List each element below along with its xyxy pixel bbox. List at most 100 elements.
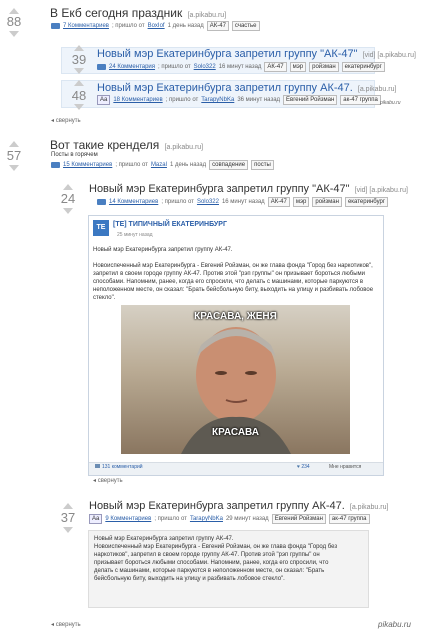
tag[interactable]: ройзман (312, 197, 342, 207)
post-domain: [a.pikabu.ru] (349, 504, 389, 511)
tag[interactable]: совпадение (209, 160, 249, 170)
comments-link[interactable]: 9 Комментариев (105, 516, 151, 522)
tag[interactable]: ройзман (309, 62, 339, 72)
post-rating: 57 (6, 148, 22, 163)
tag[interactable]: ак-47 группа (328, 514, 370, 524)
comment-icon (95, 464, 100, 468)
posted-by-label: ; пришло от (115, 162, 148, 168)
post-title-text[interactable]: Новый мэр Екатеринбурга запретил группу … (89, 500, 345, 512)
upvote-arrow-icon[interactable] (74, 45, 84, 51)
tag[interactable]: мэр (289, 62, 307, 72)
comments-link[interactable]: 18 Комментариев (113, 97, 162, 103)
meme-top-text: КРАСАВА, ЖЕНЯ (194, 311, 277, 322)
post-title-text[interactable]: Новый мэр Екатеринбурга запретил группу … (97, 48, 358, 60)
post-title-text[interactable]: Новый мэр Екатеринбурга запретил группу … (89, 183, 350, 195)
post-time: 1 день назад (167, 23, 204, 29)
upvote-arrow-icon[interactable] (63, 184, 73, 190)
post-meta: 14 Комментариев ; пришло от Solo322 16 м… (97, 197, 389, 207)
post-time: 16 минут назад (221, 199, 265, 205)
comments-link[interactable]: 7 Комментариев (63, 23, 109, 29)
author-link[interactable]: BoxIof (148, 23, 165, 29)
tag[interactable]: екатеринбург (341, 62, 385, 72)
author-link[interactable]: Solo322 (194, 64, 216, 70)
downvote-arrow-icon[interactable] (63, 527, 73, 533)
tag[interactable]: мэр (292, 197, 310, 207)
vk-comments-count[interactable]: 131 комментарий (95, 464, 143, 470)
post-rating: 88 (6, 14, 22, 29)
group-post-time: 25 минут назад (117, 232, 153, 238)
post-meta: Aa 9 Комментариев ; пришло от TarapyNbKa… (89, 514, 370, 524)
comments-link[interactable]: 15 Комментариев (63, 162, 112, 168)
upvote-arrow-icon[interactable] (9, 141, 19, 147)
author-link[interactable]: TarapyNbKa (201, 97, 234, 103)
image-type-icon (51, 23, 60, 29)
vk-share[interactable]: Мне нравится (329, 464, 361, 470)
tag[interactable]: счастье (231, 21, 260, 31)
downvote-arrow-icon[interactable] (9, 165, 19, 171)
embedded-social-post: TE [TE] ТИПИЧНЫЙ ЕКАТЕРИНБУРГ 25 минут н… (88, 215, 384, 476)
post-time: 1 день назад (169, 162, 207, 168)
text-type-badge: Aa (97, 95, 111, 105)
collapse-link[interactable]: ◂ свернуть (51, 621, 81, 628)
post-meta: 15 Комментариев ; пришло от Mazal 1 день… (51, 160, 274, 170)
tag[interactable]: екатеринбург (344, 197, 389, 207)
post-meta: 7 Комментариев ; пришло от BoxIof 1 день… (51, 21, 260, 31)
post-time: 36 минут назад (237, 97, 281, 103)
author-link[interactable]: Solo322 (197, 199, 219, 205)
collapse-link[interactable]: ◂ свернуть (93, 477, 123, 484)
collapse-link[interactable]: ◂ свернуть (51, 117, 81, 124)
comments-link[interactable]: 14 Комментариев (109, 199, 158, 205)
meme-bottom-text: КРАСАВА (211, 427, 259, 438)
post-time: 29 минут назад (225, 516, 269, 522)
post-rating: 37 (60, 510, 76, 525)
posted-by-label: ; пришло от (111, 23, 145, 29)
video-type-icon (97, 199, 106, 205)
post-title[interactable]: Новый мэр Екатеринбурга запретил группу … (89, 183, 408, 195)
post-time: 16 минут назад (218, 64, 262, 70)
posted-by-label: ; пришло от (158, 64, 191, 70)
post-domain: [vid] [a.pikabu.ru] (362, 52, 416, 59)
author-link[interactable]: Mazal (151, 162, 167, 168)
tag[interactable]: ак-47 группа (340, 95, 381, 105)
downvote-arrow-icon[interactable] (74, 68, 84, 74)
author-link[interactable]: TarapyNbKa (190, 516, 223, 522)
post-meta: 24 Комментария ; пришло от Solo322 16 ми… (97, 62, 385, 72)
vk-likes[interactable]: ♥ 234 (297, 464, 310, 470)
post-domain: [a.pikabu.ru] (164, 144, 204, 151)
downvote-arrow-icon[interactable] (63, 208, 73, 214)
group-name[interactable]: [TE] ТИПИЧНЫЙ ЕКАТЕРИНБУРГ (113, 221, 227, 228)
posted-by-label: ; пришло от (161, 199, 194, 205)
post-domain: [a.pikabu.ru] (187, 12, 227, 19)
tag[interactable]: посты (251, 160, 274, 170)
post-text-box: Новый мэр Екатеринбурга запретил группу … (88, 530, 369, 608)
upvote-arrow-icon[interactable] (63, 503, 73, 509)
post-domain: [a.pikabu.ru] (357, 86, 397, 93)
tag[interactable]: Евгений Ройзман (271, 514, 326, 524)
posted-by-label: ; пришло от (165, 97, 199, 103)
post-title[interactable]: В Екб сегодня праздник [a.pikabu.ru] (50, 6, 226, 20)
image-type-icon (51, 162, 60, 168)
post-meta: Aa 18 Комментариев ; пришло от TarapyNbK… (97, 95, 381, 105)
tag[interactable]: АК-47 (206, 21, 229, 31)
video-type-icon (97, 64, 106, 70)
downvote-arrow-icon[interactable] (9, 31, 19, 37)
post-title-text[interactable]: В Екб сегодня праздник (50, 6, 182, 20)
post-rating: 39 (71, 52, 87, 67)
upvote-arrow-icon[interactable] (74, 80, 84, 86)
post-title[interactable]: Новый мэр Екатеринбурга запретил группу … (89, 500, 388, 512)
tag[interactable]: АК-47 (267, 197, 290, 207)
downvote-arrow-icon[interactable] (74, 104, 84, 110)
post-title[interactable]: Вот такие кренделя [a.pikabu.ru] (50, 138, 203, 152)
post-title-text[interactable]: Новый мэр Екатеринбурга запретил группу … (97, 82, 353, 94)
group-logo: TE (93, 220, 109, 236)
post-title[interactable]: Новый мэр Екатеринбурга запретил группу … (97, 48, 416, 60)
post-subline: Посты в горячем (51, 152, 98, 158)
post-title-text[interactable]: Вот такие кренделя (50, 138, 159, 152)
comments-link[interactable]: 24 Комментария (109, 64, 155, 70)
post-domain: [vid] [a.pikabu.ru] (354, 187, 408, 194)
vk-headline: Новый мэр Екатеринбурга запретил группу … (93, 247, 233, 253)
post-title[interactable]: Новый мэр Екатеринбурга запретил группу … (97, 82, 396, 94)
tag[interactable]: Евгений Ройзман (283, 95, 338, 105)
tag[interactable]: АК-47 (264, 62, 287, 72)
meme-image: КРАСАВА, ЖЕНЯ КРАСАВА (121, 305, 350, 454)
